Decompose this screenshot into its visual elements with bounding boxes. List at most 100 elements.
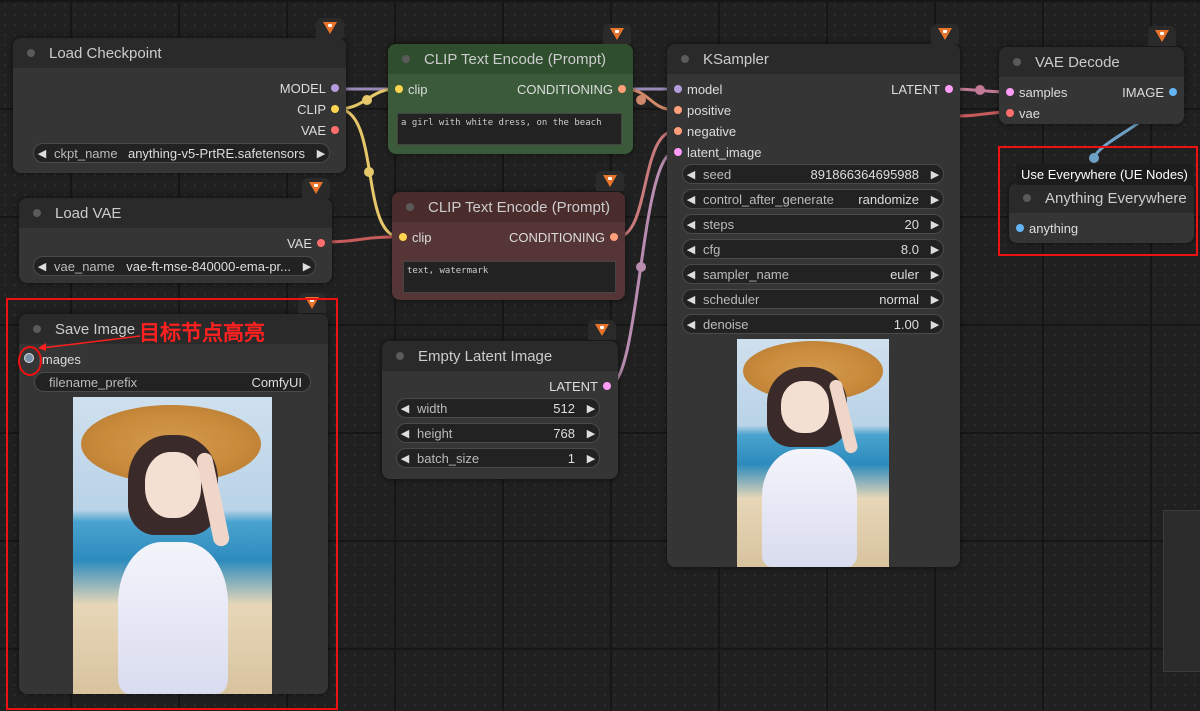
denoise-number-widget[interactable]: ◀ denoise 1.00 ▶	[682, 314, 944, 334]
side-panel[interactable]	[1163, 510, 1200, 672]
scheduler-combo[interactable]: ◀ scheduler normal ▶	[682, 289, 944, 309]
input-latent-image-label: latent_image	[687, 145, 762, 160]
arrow-left-icon[interactable]: ◀	[683, 318, 699, 331]
output-latent-label: LATENT	[891, 82, 940, 97]
output-vae-socket[interactable]	[317, 239, 325, 247]
input-model-socket[interactable]	[674, 85, 682, 93]
input-clip-socket[interactable]	[395, 85, 403, 93]
node-load-checkpoint[interactable]: Load Checkpoint MODEL CLIP VAE ◀ ckpt_na…	[13, 38, 346, 173]
vae-name-combo[interactable]: ◀ vae_name vae-ft-mse-840000-ema-pr... ▶	[33, 256, 316, 276]
node-title-bar[interactable]: CLIP Text Encode (Prompt)	[392, 192, 625, 222]
node-title-bar[interactable]: Load Checkpoint	[13, 38, 346, 68]
output-image-socket[interactable]	[1169, 88, 1177, 96]
annotation-label: 目标节点高亮	[139, 321, 265, 345]
output-latent-socket[interactable]	[945, 85, 953, 93]
fox-badge-icon	[596, 171, 624, 191]
node-title-bar[interactable]: KSampler	[667, 44, 960, 74]
widget-value: 20	[904, 216, 919, 232]
control-after-generate-combo[interactable]: ◀ control_after_generate randomize ▶	[682, 189, 944, 209]
width-number-widget[interactable]: ◀ width 512 ▶	[396, 398, 600, 418]
output-conditioning-socket[interactable]	[610, 233, 618, 241]
widget-label: height	[417, 425, 453, 441]
output-vae-label: VAE	[300, 123, 326, 138]
arrow-right-icon[interactable]: ▶	[927, 168, 943, 181]
output-model-label: MODEL	[279, 81, 326, 96]
highlight-box	[6, 298, 338, 710]
arrow-right-icon[interactable]: ▶	[927, 293, 943, 306]
height-number-widget[interactable]: ◀ height 768 ▶	[396, 423, 600, 443]
node-empty-latent-image[interactable]: Empty Latent Image LATENT ◀ width 512 ▶ ◀ he…	[382, 341, 618, 479]
arrow-left-icon[interactable]: ◀	[683, 268, 699, 281]
arrow-left-icon[interactable]: ◀	[683, 193, 699, 206]
widget-label: width	[417, 400, 448, 416]
arrow-right-icon[interactable]: ▶	[583, 402, 599, 415]
widget-value: 512	[553, 400, 575, 416]
output-vae-label: VAE	[286, 236, 312, 251]
arrow-left-icon[interactable]: ◀	[34, 260, 50, 273]
arrow-right-icon[interactable]: ▶	[927, 243, 943, 256]
ckpt-name-combo[interactable]: ◀ ckpt_name anything-v5-PrtRE.safetensor…	[33, 143, 330, 163]
steps-number-widget[interactable]: ◀ steps 20 ▶	[682, 214, 944, 234]
widget-label: steps	[703, 216, 735, 232]
arrow-right-icon[interactable]: ▶	[927, 218, 943, 231]
output-vae-socket[interactable]	[331, 126, 339, 134]
input-vae-socket[interactable]	[1006, 109, 1014, 117]
node-vae-decode[interactable]: VAE Decode samples IMAGE vae	[999, 47, 1184, 124]
widget-value: 1	[567, 450, 575, 466]
arrow-left-icon[interactable]: ◀	[683, 243, 699, 256]
arrow-right-icon[interactable]: ▶	[583, 427, 599, 440]
input-model-label: model	[687, 82, 723, 97]
prompt-text-area[interactable]: text, watermark	[403, 261, 616, 293]
node-title-bar[interactable]: Load VAE	[19, 198, 332, 228]
widget-label: cfg	[703, 241, 721, 257]
node-title-bar[interactable]: Empty Latent Image	[382, 341, 618, 371]
node-title-bar[interactable]: CLIP Text Encode (Prompt)	[388, 44, 633, 74]
widget-value: normal	[879, 291, 919, 307]
widget-value: euler	[890, 266, 919, 282]
arrow-left-icon[interactable]: ◀	[683, 168, 699, 181]
sampler-name-combo[interactable]: ◀ sampler_name euler ▶	[682, 264, 944, 284]
node-clip-text-encode-negative[interactable]: CLIP Text Encode (Prompt) clip CONDITIONI…	[392, 192, 625, 300]
fox-badge-icon	[302, 178, 330, 198]
node-title: CLIP Text Encode (Prompt)	[428, 198, 611, 216]
node-ksampler[interactable]: KSampler model LATENT positive negative l…	[667, 44, 960, 567]
arrow-right-icon[interactable]: ▶	[927, 318, 943, 331]
input-samples-label: samples	[1019, 85, 1068, 100]
output-clip-socket[interactable]	[331, 105, 339, 113]
arrow-right-icon[interactable]: ▶	[927, 268, 943, 281]
cfg-number-widget[interactable]: ◀ cfg 8.0 ▶	[682, 239, 944, 259]
node-title: CLIP Text Encode (Prompt)	[424, 50, 607, 68]
arrow-left-icon[interactable]: ◀	[34, 147, 50, 160]
input-clip-socket[interactable]	[399, 233, 407, 241]
arrow-left-icon[interactable]: ◀	[397, 452, 413, 465]
arrow-right-icon[interactable]: ▶	[583, 452, 599, 465]
arrow-right-icon[interactable]: ▶	[299, 260, 315, 273]
seed-number-widget[interactable]: ◀ seed 891866364695988 ▶	[682, 164, 944, 184]
batch-size-number-widget[interactable]: ◀ batch_size 1 ▶	[396, 448, 600, 468]
input-positive-label: positive	[687, 103, 732, 118]
arrow-left-icon[interactable]: ◀	[397, 427, 413, 440]
output-latent-socket[interactable]	[603, 382, 611, 390]
widget-label: denoise	[703, 316, 749, 332]
input-latent-image-socket[interactable]	[674, 148, 682, 156]
arrow-left-icon[interactable]: ◀	[683, 293, 699, 306]
input-negative-socket[interactable]	[674, 127, 682, 135]
fox-badge-icon	[931, 24, 959, 44]
widget-value: vae-ft-mse-840000-ema-pr...	[126, 258, 291, 274]
arrow-left-icon[interactable]: ◀	[683, 218, 699, 231]
arrow-left-icon[interactable]: ◀	[397, 402, 413, 415]
node-title-bar[interactable]: VAE Decode	[999, 47, 1184, 77]
node-load-vae[interactable]: Load VAE VAE ◀ vae_name vae-ft-mse-84000…	[19, 198, 332, 283]
arrow-right-icon[interactable]: ▶	[313, 147, 329, 160]
output-model-socket[interactable]	[331, 84, 339, 92]
input-samples-socket[interactable]	[1006, 88, 1014, 96]
node-title: KSampler	[703, 50, 769, 68]
prompt-text-area[interactable]: a girl with white dress, on the beach	[397, 113, 622, 145]
fox-badge-icon	[1148, 26, 1176, 46]
input-positive-socket[interactable]	[674, 106, 682, 114]
widget-value: 8.0	[900, 241, 919, 257]
widget-label: control_after_generate	[703, 191, 834, 207]
arrow-right-icon[interactable]: ▶	[927, 193, 943, 206]
output-conditioning-socket[interactable]	[618, 85, 626, 93]
node-clip-text-encode-positive[interactable]: CLIP Text Encode (Prompt) clip CONDITIONI…	[388, 44, 633, 154]
